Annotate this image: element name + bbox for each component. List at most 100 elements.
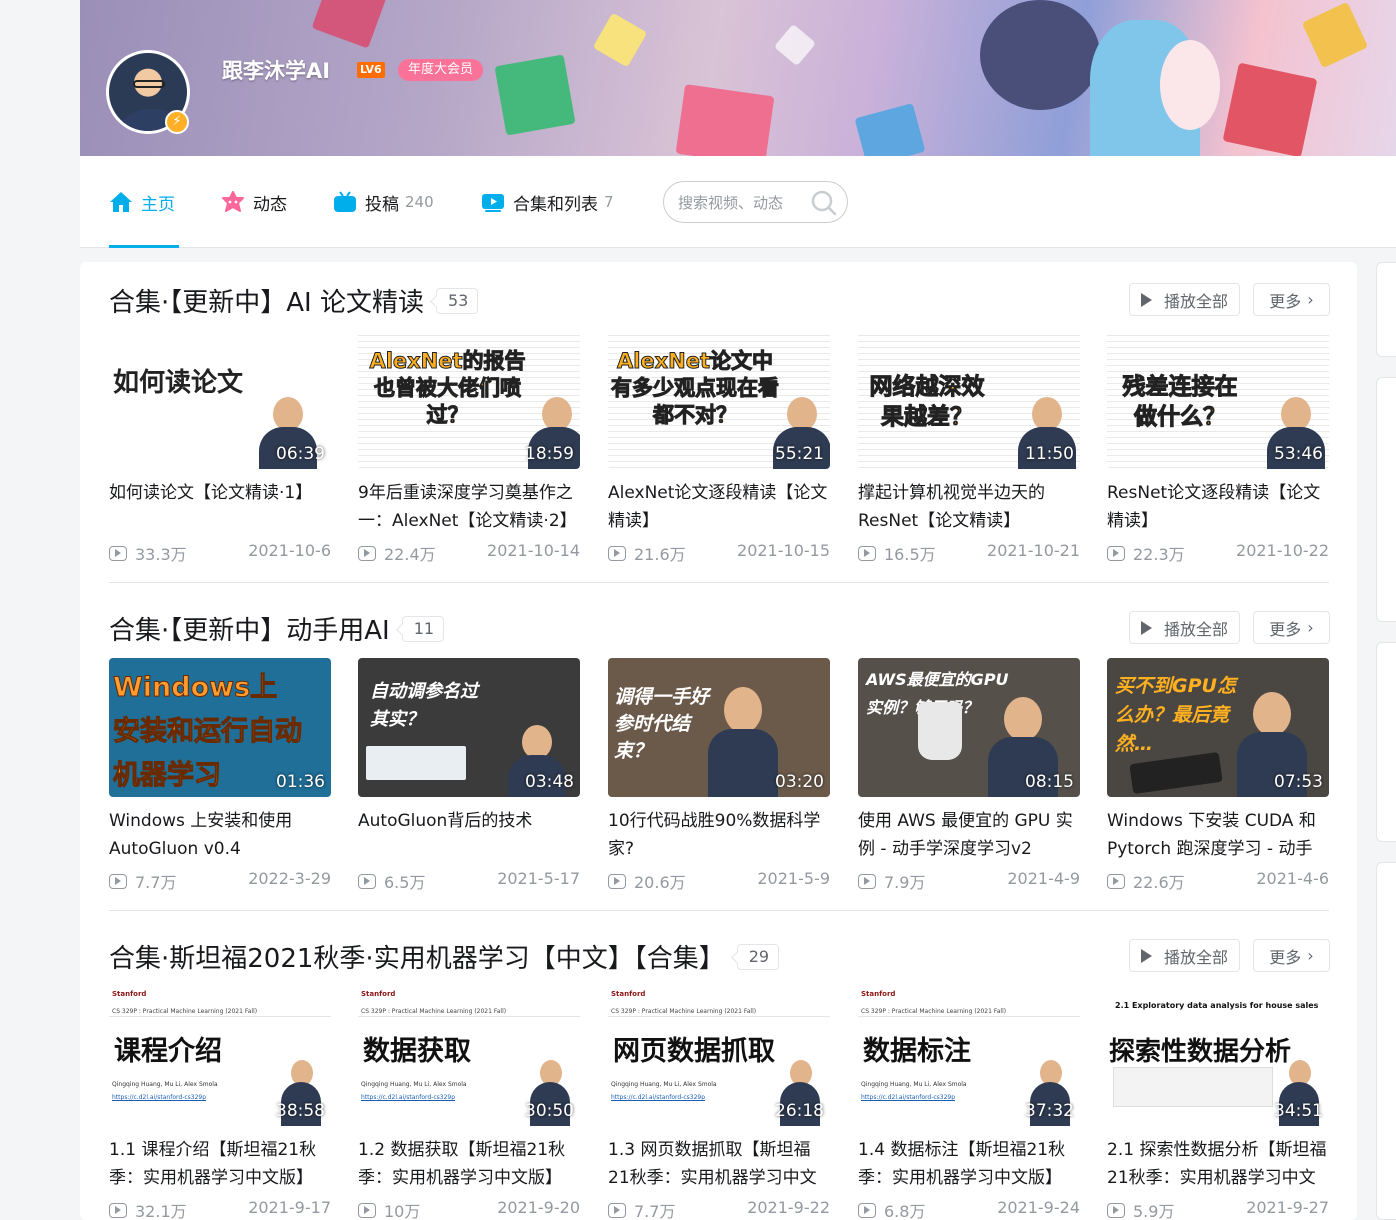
cup-image — [918, 702, 962, 760]
play-all-label: 播放全部 — [1163, 619, 1228, 639]
search-placeholder: 搜索视频、动态 — [678, 193, 784, 212]
video-title[interactable]: 1.4 数据标注【斯坦福21秋季：实用机器学习中文版】 — [858, 1136, 1080, 1192]
play-count: 6.8万 — [884, 1202, 926, 1220]
video-duration: 37:32 — [1025, 1101, 1074, 1121]
video-card[interactable]: 自动调参名过其实？ 03:48 AutoGluon背后的技术 6.5万 2021… — [358, 658, 580, 893]
search-input[interactable]: 搜索视频、动态 — [663, 181, 848, 223]
video-thumbnail[interactable]: Stanford CS 329P : Practical Machine Lear… — [109, 987, 331, 1126]
tab-dynamic[interactable]: 动态 — [221, 156, 287, 248]
video-title[interactable]: Windows 下安装 CUDA 和 Pytorch 跑深度学习 - 动手学 — [1107, 807, 1329, 863]
video-thumbnail[interactable]: 买不到GPU怎么办？最后竟然… 07:53 — [1107, 658, 1329, 797]
video-card[interactable]: Stanford CS 329P : Practical Machine Lear… — [858, 987, 1080, 1220]
video-card[interactable]: AlexNet论文中有多少观点现在看都不对？ 55:21 AlexNet论文逐段… — [608, 330, 830, 565]
video-thumbnail[interactable]: 自动调参名过其实？ 03:48 — [358, 658, 580, 797]
publish-date: 2021-4-6 — [1256, 869, 1329, 888]
play-count-icon — [858, 1202, 876, 1218]
video-card[interactable]: 2.1 Exploratory data analysis for house … — [1107, 987, 1329, 1220]
video-card[interactable]: Stanford CS 329P : Practical Machine Lear… — [109, 987, 331, 1220]
play-count-icon — [1107, 873, 1125, 889]
video-meta: 22.4万 2021-10-14 — [358, 541, 580, 565]
thumbnail-caption: 探索性数据分析 — [1109, 1037, 1292, 1067]
vip-badge[interactable]: 年度大会员 — [398, 59, 484, 81]
video-thumbnail[interactable]: Stanford CS 329P : Practical Machine Lear… — [358, 987, 580, 1126]
more-button[interactable]: 更多 › — [1253, 939, 1330, 972]
slide-link: https://c.d2l.ai/stanford-cs329p — [361, 1094, 456, 1101]
search-icon[interactable] — [811, 190, 837, 220]
tab-uploads[interactable]: 投稿 240 — [333, 156, 434, 248]
play-all-button[interactable]: 播放全部 — [1129, 283, 1240, 316]
play-count: 22.6万 — [1133, 873, 1185, 892]
username[interactable]: 跟李沐学AI — [222, 55, 330, 85]
video-title[interactable]: 撑起计算机视觉半边天的ResNet【论文精读】 — [858, 479, 1080, 535]
home-icon — [109, 190, 133, 214]
dynamic-icon — [221, 190, 245, 214]
video-thumbnail[interactable]: 2.1 Exploratory data analysis for house … — [1107, 987, 1329, 1126]
section-divider — [109, 582, 1329, 583]
tab-uploads-label: 投稿 — [365, 194, 399, 215]
video-card[interactable]: Stanford CS 329P : Practical Machine Lear… — [358, 987, 580, 1220]
video-title[interactable]: AlexNet论文逐段精读【论文精读】 — [608, 479, 830, 535]
inset-screenshot — [366, 746, 466, 780]
video-card[interactable]: 网络越深效果越差？ 11:50 撑起计算机视觉半边天的ResNet【论文精读】 … — [858, 330, 1080, 565]
video-title[interactable]: 如何读论文【论文精读·1】 — [109, 479, 331, 535]
video-thumbnail[interactable]: Stanford CS 329P : Practical Machine Lear… — [858, 987, 1080, 1126]
tab-dynamic-label: 动态 — [253, 194, 287, 215]
section-title[interactable]: 合集·【更新中】AI 论文精读 53 — [109, 282, 479, 319]
video-title[interactable]: 9年后重读深度学习奠基作之一：AlexNet【论文精读·2】 — [358, 479, 580, 535]
tab-collections[interactable]: 合集和列表 7 — [481, 156, 614, 248]
video-title[interactable]: AutoGluon背后的技术 — [358, 807, 580, 863]
video-thumbnail[interactable]: 如何读论文 06:39 — [109, 330, 331, 469]
slide-authors: Qingqing Huang, Mu Li, Alex Smola — [361, 1081, 467, 1088]
section-title[interactable]: 合集·斯坦福2021秋季·实用机器学习【中文】【合集】 29 — [109, 938, 780, 975]
thumbnail-caption: 如何读论文 — [113, 368, 244, 398]
tab-uploads-count: 240 — [405, 193, 434, 211]
video-duration: 26:18 — [775, 1101, 824, 1121]
video-title[interactable]: 2.1 探索性数据分析【斯坦福21秋季：实用机器学习中文 — [1107, 1136, 1329, 1192]
section-title[interactable]: 合集·【更新中】动手用AI 11 — [109, 610, 445, 647]
play-count-icon — [358, 1202, 376, 1218]
play-icon — [1140, 292, 1152, 307]
play-count-icon — [858, 545, 876, 561]
video-thumbnail[interactable]: Stanford CS 329P : Practical Machine Lear… — [608, 987, 830, 1126]
video-thumbnail[interactable]: 残差连接在做什么？ 53:46 — [1107, 330, 1329, 469]
video-title[interactable]: ResNet论文逐段精读【论文精读】 — [1107, 479, 1329, 535]
video-card[interactable]: 买不到GPU怎么办？最后竟然… 07:53 Windows 下安装 CUDA 和… — [1107, 658, 1329, 893]
thumbnail-caption: 自动调参名过其实？ — [370, 681, 478, 730]
side-card — [1376, 262, 1396, 357]
video-title[interactable]: 1.3 网页数据抓取【斯坦福21秋季：实用机器学习中文版】 — [608, 1136, 830, 1192]
play-count-icon — [608, 545, 626, 561]
play-count-icon — [109, 873, 127, 889]
tab-home[interactable]: 主页 — [109, 156, 175, 248]
video-card[interactable]: 调得一手好参时代结束？ 03:20 10行代码战胜90%数据科学家? 20.6万… — [608, 658, 830, 893]
thumbnail-caption: 网页数据抓取 — [613, 1036, 775, 1067]
video-card[interactable]: 残差连接在做什么？ 53:46 ResNet论文逐段精读【论文精读】 22.3万… — [1107, 330, 1329, 565]
play-all-label: 播放全部 — [1163, 291, 1228, 311]
video-card[interactable]: Windows上安装和运行自动机器学习 01:36 Windows 上安装和使用… — [109, 658, 331, 893]
play-all-button[interactable]: 播放全部 — [1129, 611, 1240, 644]
video-card[interactable]: AWS最便宜的GPU实例？够用吗？ 08:15 使用 AWS 最便宜的 GPU … — [858, 658, 1080, 893]
side-card — [1376, 642, 1396, 842]
video-title[interactable]: 使用 AWS 最便宜的 GPU 实例 - 动手学深度学习v2 — [858, 807, 1080, 863]
video-meta: 33.3万 2021-10-6 — [109, 541, 331, 565]
video-title[interactable]: 10行代码战胜90%数据科学家? — [608, 807, 830, 863]
video-meta: 5.9万 2021-9-27 — [1107, 1198, 1329, 1220]
video-thumbnail[interactable]: 调得一手好参时代结束？ 03:20 — [608, 658, 830, 797]
video-card[interactable]: 如何读论文 06:39 如何读论文【论文精读·1】 33.3万 2021-10-… — [109, 330, 331, 565]
video-thumbnail[interactable]: Windows上安装和运行自动机器学习 01:36 — [109, 658, 331, 797]
video-thumbnail[interactable]: AlexNet的报告也曾被大佬们喷过？ 18:59 — [358, 330, 580, 469]
video-thumbnail[interactable]: AlexNet论文中有多少观点现在看都不对？ 55:21 — [608, 330, 830, 469]
video-title[interactable]: 1.2 数据获取【斯坦福21秋季：实用机器学习中文版】 — [358, 1136, 580, 1192]
chevron-right-icon: › — [1307, 290, 1314, 309]
video-thumbnail[interactable]: 网络越深效果越差？ 11:50 — [858, 330, 1080, 469]
more-button[interactable]: 更多 › — [1253, 283, 1330, 316]
play-icon — [1140, 948, 1152, 963]
video-title[interactable]: Windows 上安装和使用 AutoGluon v0.4 — [109, 807, 331, 863]
video-thumbnail[interactable]: AWS最便宜的GPU实例？够用吗？ 08:15 — [858, 658, 1080, 797]
play-all-button[interactable]: 播放全部 — [1129, 939, 1240, 972]
more-button[interactable]: 更多 › — [1253, 611, 1330, 644]
video-title[interactable]: 1.1 课程介绍【斯坦福21秋季：实用机器学习中文版】 — [109, 1136, 331, 1192]
thumbnail-caption: 买不到GPU怎么办？最后竟然… — [1115, 675, 1236, 755]
more-label: 更多 — [1269, 619, 1302, 639]
video-card[interactable]: AlexNet的报告也曾被大佬们喷过？ 18:59 9年后重读深度学习奠基作之一… — [358, 330, 580, 565]
video-card[interactable]: Stanford CS 329P : Practical Machine Lear… — [608, 987, 830, 1220]
